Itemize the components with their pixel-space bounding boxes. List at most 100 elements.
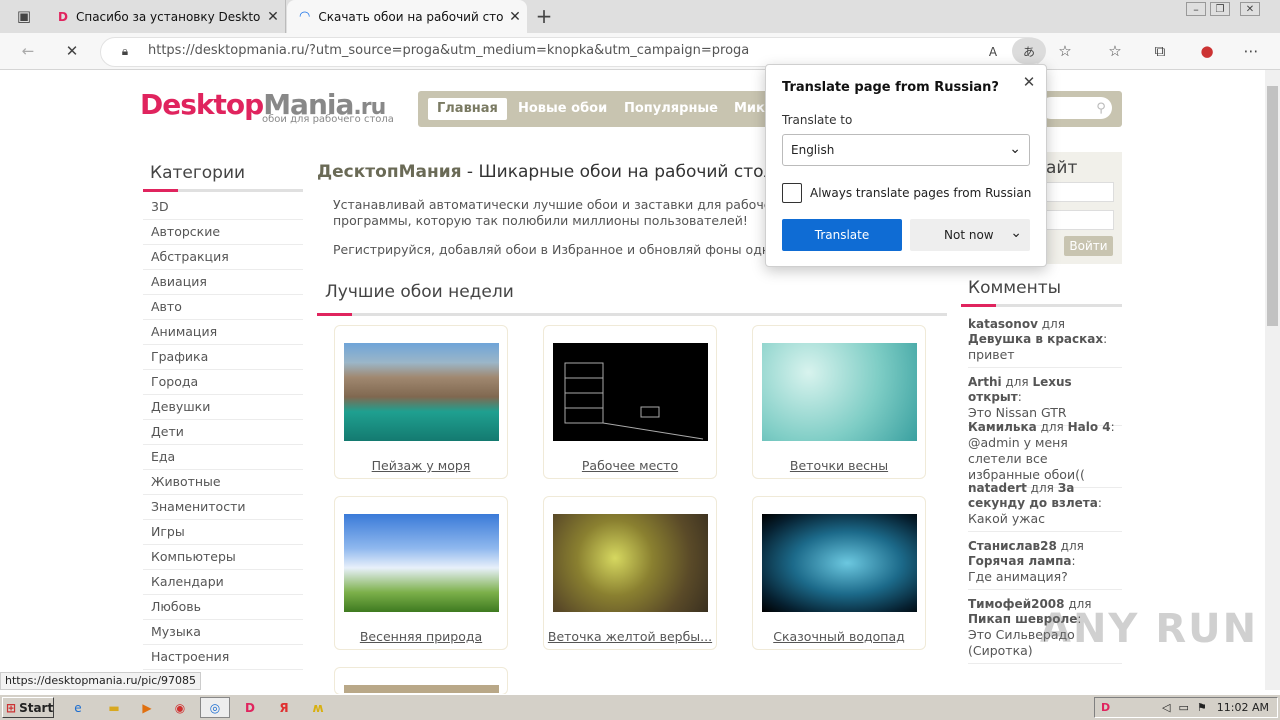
wallpaper-caption[interactable]: Сказочный водопад (752, 629, 926, 644)
not-now-button[interactable]: Not now ⌄ (910, 219, 1030, 251)
network-icon[interactable]: ▭ (1179, 701, 1189, 714)
desktopmania-tray-icon[interactable]: D (1101, 701, 1110, 714)
category-item[interactable]: Игры (143, 520, 303, 545)
nav-new[interactable]: Новые обои (509, 98, 616, 120)
divider (317, 313, 947, 316)
chevron-down-icon[interactable]: ⌄ (1010, 225, 1022, 241)
back-icon[interactable]: ← (16, 40, 40, 62)
add-favorite-icon[interactable]: ☆ (1054, 40, 1076, 62)
translate-to-label: Translate to (782, 113, 853, 127)
category-item[interactable]: Музыка (143, 620, 303, 645)
intro-line3: Регистрируйся, добавляй обои в Избранное… (333, 242, 816, 257)
comment-user[interactable]: Камилька (968, 420, 1037, 434)
not-now-label: Not now (944, 228, 994, 242)
wallpaper-caption[interactable]: Веточка желтой вербы... (543, 629, 717, 644)
comment-user[interactable]: natadert (968, 481, 1027, 495)
more-menu-icon[interactable]: ⋯ (1240, 40, 1262, 62)
restore-icon[interactable]: ❐ (1210, 2, 1230, 16)
wallpaper-thumb-spring[interactable] (344, 514, 499, 612)
wallpaper-thumb-willow[interactable] (553, 514, 708, 612)
scrollbar-thumb[interactable] (1267, 86, 1278, 326)
category-item[interactable]: Авторские (143, 220, 303, 245)
wallpaper-thumb-waterfall[interactable] (762, 514, 917, 612)
comment-user[interactable]: katasonov (968, 317, 1038, 331)
wallpaper-caption[interactable]: Веточки весны (752, 458, 926, 473)
url-text[interactable]: https://desktopmania.ru/?utm_source=prog… (148, 43, 749, 58)
category-item[interactable]: Настроения (143, 645, 303, 670)
favorites-icon[interactable]: ☆ (1104, 40, 1126, 62)
comment-for: для (1056, 539, 1084, 553)
profile-avatar[interactable]: ● (1196, 40, 1218, 62)
comment-target[interactable]: Halo 4 (1068, 420, 1111, 434)
nav-popular[interactable]: Популярные (615, 98, 727, 120)
lock-icon: 🔒︎ (121, 43, 129, 58)
speaker-icon[interactable]: ◁ (1162, 701, 1170, 714)
windows-logo-icon: ⊞ (6, 700, 17, 715)
start-button[interactable]: ⊞ Start (2, 697, 54, 718)
yandex-icon[interactable]: Я (272, 697, 296, 718)
stop-icon[interactable]: ✕ (60, 40, 84, 62)
category-item[interactable]: Абстракция (143, 245, 303, 270)
app-icon[interactable]: ʍ (306, 697, 330, 718)
wallpaper-caption[interactable]: Весенняя природа (334, 629, 508, 644)
always-translate-label[interactable]: Always translate pages from Russian (810, 186, 1031, 200)
read-aloud-icon[interactable]: A (982, 41, 1004, 63)
comment-target[interactable]: Девушка в красках (968, 332, 1103, 346)
category-item[interactable]: Графика (143, 345, 303, 370)
category-item[interactable]: Города (143, 370, 303, 395)
close-window-icon[interactable]: ✕ (1240, 2, 1260, 16)
flag-icon[interactable]: ⚑ (1197, 701, 1207, 714)
close-tab-icon[interactable]: ✕ (261, 9, 285, 25)
intro-line2: программы, которую так полюбили миллионы… (333, 213, 748, 228)
language-select[interactable]: English ⌄ (782, 134, 1030, 166)
page-title: ДесктопМания - Шикарные обои на рабочий … (317, 162, 790, 182)
wallpaper-thumb-sea[interactable] (344, 343, 499, 441)
minimize-icon[interactable]: – (1186, 2, 1206, 16)
close-tab-icon[interactable]: ✕ (503, 9, 527, 25)
comment-user[interactable]: Arthi (968, 375, 1002, 389)
category-item[interactable]: Любовь (143, 595, 303, 620)
category-item[interactable]: Календари (143, 570, 303, 595)
login-field[interactable] (1046, 182, 1114, 202)
category-item[interactable]: Животные (143, 470, 303, 495)
category-item[interactable]: Анимация (143, 320, 303, 345)
close-icon[interactable]: ✕ (1018, 71, 1040, 93)
chrome-icon[interactable]: ◉ (168, 697, 192, 718)
category-item[interactable]: Авиация (143, 270, 303, 295)
wallpaper-caption[interactable]: Пейзаж у моря (334, 458, 508, 473)
login-button[interactable]: Войти (1064, 236, 1113, 256)
collections-icon[interactable]: ⧉ (1149, 40, 1171, 62)
wallpaper-caption[interactable]: Рабочее место (543, 458, 717, 473)
edge-icon[interactable]: ◎ (200, 697, 230, 718)
translate-button[interactable]: Translate (782, 219, 902, 251)
category-item[interactable]: Авто (143, 295, 303, 320)
translate-icon[interactable]: あ (1012, 38, 1046, 64)
wallpaper-thumb[interactable] (344, 685, 499, 693)
category-item[interactable]: Девушки (143, 395, 303, 420)
password-field[interactable] (1046, 210, 1114, 230)
media-player-icon[interactable]: ▶ (135, 697, 159, 718)
comment-item: Станислав28 для Горячая лампа: Где анимац… (968, 539, 1122, 590)
wallpaper-thumb-desk[interactable] (553, 343, 708, 441)
comment-for: для (1026, 481, 1058, 495)
desktopmania-icon[interactable]: D (236, 697, 264, 718)
ie-icon[interactable]: e (66, 697, 90, 718)
always-translate-checkbox[interactable] (782, 183, 802, 203)
comment-user[interactable]: Станислав28 (968, 539, 1057, 553)
translate-title: Translate page from Russian? (782, 80, 999, 95)
tab-active[interactable]: ◠ Скачать обои на рабочий стол ✕ (287, 0, 527, 33)
category-item[interactable]: Знаменитости (143, 495, 303, 520)
category-item[interactable]: Компьютеры (143, 545, 303, 570)
folder-icon[interactable]: ▬ (102, 697, 126, 718)
comment-target[interactable]: Горячая лампа (968, 554, 1072, 568)
tab-thanks[interactable]: D Спасибо за установку DesktopM ✕ (48, 0, 286, 33)
category-item[interactable]: Еда (143, 445, 303, 470)
tab-actions-icon[interactable]: ▣ (12, 6, 36, 26)
new-tab-icon[interactable]: + (532, 4, 556, 28)
category-item[interactable]: Дети (143, 420, 303, 445)
divider (143, 189, 303, 192)
wallpaper-thumb-branches[interactable] (762, 343, 917, 441)
category-item[interactable]: 3D (143, 195, 303, 220)
search-icon[interactable]: ⚲ (1092, 99, 1110, 117)
nav-home[interactable]: Главная (428, 98, 507, 120)
